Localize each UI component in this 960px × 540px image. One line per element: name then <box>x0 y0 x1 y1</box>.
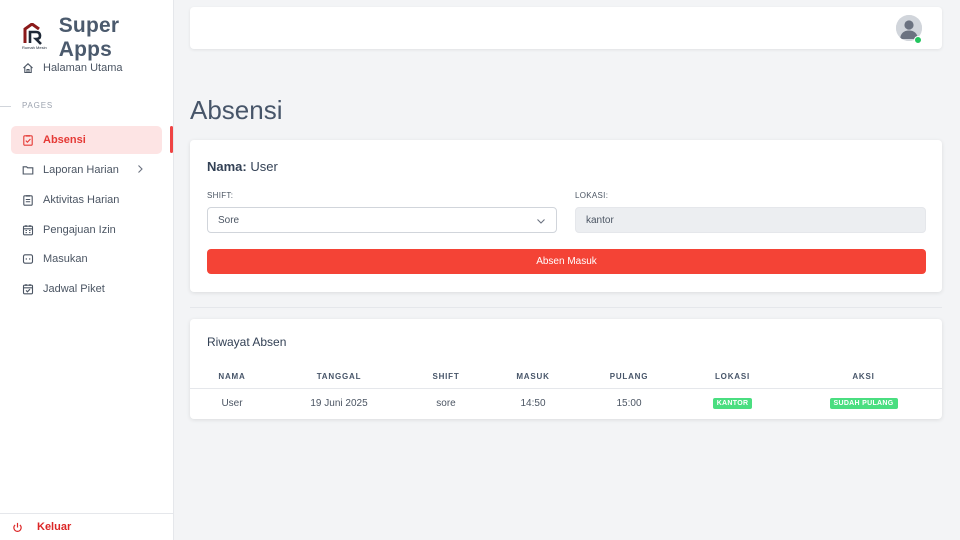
clipboard-check-icon <box>23 135 33 146</box>
cell-nama: User <box>221 397 243 409</box>
column-header-nama: NAMA <box>190 365 274 389</box>
table-row: User 19 Juni 2025 sore 14:50 15:00 KANTO… <box>190 388 942 418</box>
brand-logo: Rumah Mesin <box>22 22 53 53</box>
history-table: NAMA TANGGAL SHIFT MASUK PULANG LOKASI A… <box>190 365 942 418</box>
sidebar-item-label: Jadwal Piket <box>43 283 105 295</box>
brand-logo-icon <box>23 22 42 45</box>
shift-select[interactable]: Sore <box>207 207 557 233</box>
name-value: User <box>250 159 278 174</box>
sidebar-item-label: Aktivitas Harian <box>43 194 120 206</box>
chat-icon <box>22 254 34 264</box>
sidebar-item-label: Halaman Utama <box>43 62 123 74</box>
sidebar-item-pengajuan-izin[interactable]: Pengajuan Izin <box>11 216 162 244</box>
sidebar-item-aktivitas-harian[interactable]: Aktivitas Harian <box>11 186 162 214</box>
section-divider-line <box>190 307 942 308</box>
cell-shift: sore <box>436 397 456 409</box>
sidebar-item-label: Masukan <box>43 253 88 265</box>
online-status-dot <box>914 36 922 44</box>
sidebar-item-absensi[interactable]: Absensi <box>11 126 162 154</box>
cell-aksi: SUDAH PULANG <box>785 388 942 418</box>
calendar-icon <box>22 225 34 236</box>
sidebar-item-jadwal-piket[interactable]: Jadwal Piket <box>11 275 162 303</box>
active-indicator <box>170 126 173 153</box>
shift-label: SHIFT: <box>207 191 234 200</box>
location-badge: KANTOR <box>712 398 753 410</box>
sidebar: Rumah Mesin Super Apps Halaman Utama PAG… <box>0 0 174 540</box>
check-in-button[interactable]: Absen Masuk <box>207 249 926 274</box>
section-divider <box>0 106 11 107</box>
folder-icon <box>22 166 34 175</box>
cell-pulang: 15:00 <box>616 397 642 409</box>
column-header-shift: SHIFT <box>404 365 488 389</box>
chevron-right-icon <box>138 165 143 173</box>
page-title: Absensi <box>190 95 283 125</box>
clipboard-list-icon <box>23 195 33 206</box>
cell-tanggal: 19 Juni 2025 <box>310 397 368 409</box>
sidebar-item-laporan-harian[interactable]: Laporan Harian <box>11 156 162 184</box>
column-header-lokasi: LOKASI <box>680 365 785 389</box>
calendar-check-icon <box>22 284 34 295</box>
sidebar-item-label: Laporan Harian <box>43 164 119 176</box>
table-header-row: NAMA TANGGAL SHIFT MASUK PULANG LOKASI A… <box>190 365 942 389</box>
column-header-aksi: AKSI <box>785 365 942 389</box>
brand-logo-text: Rumah Mesin <box>22 45 47 50</box>
logout-button[interactable]: Keluar <box>0 513 174 540</box>
logout-label: Keluar <box>37 521 72 533</box>
top-bar <box>190 7 942 49</box>
power-icon <box>13 522 22 532</box>
sidebar-item-home[interactable]: Halaman Utama <box>11 54 162 82</box>
column-header-masuk: MASUK <box>488 365 578 389</box>
attendance-form-card: Nama: User SHIFT: Sore LOKASI: kantor Ab… <box>190 140 942 292</box>
location-label: LOKASI: <box>575 191 609 200</box>
sidebar-item-label: Absensi <box>43 134 86 146</box>
sidebar-item-label: Pengajuan Izin <box>43 224 116 236</box>
attendance-history-card: Riwayat Absen NAMA TANGGAL SHIFT MASUK P… <box>190 319 942 419</box>
shift-select-value: Sore <box>218 214 240 226</box>
location-field: kantor <box>575 207 926 233</box>
column-header-tanggal: TANGGAL <box>274 365 404 389</box>
user-name-line: Nama: User <box>207 159 278 174</box>
column-header-pulang: PULANG <box>578 365 680 389</box>
history-title: Riwayat Absen <box>207 335 287 349</box>
name-label: Nama: <box>207 159 247 174</box>
location-field-value: kantor <box>586 214 614 226</box>
cell-masuk: 14:50 <box>520 397 546 409</box>
status-badge: SUDAH PULANG <box>829 398 898 410</box>
chevron-down-icon <box>537 219 545 224</box>
section-label: PAGES <box>22 101 53 110</box>
cell-lokasi: KANTOR <box>680 388 785 418</box>
home-icon <box>23 63 33 74</box>
sidebar-item-masukan[interactable]: Masukan <box>11 245 162 273</box>
